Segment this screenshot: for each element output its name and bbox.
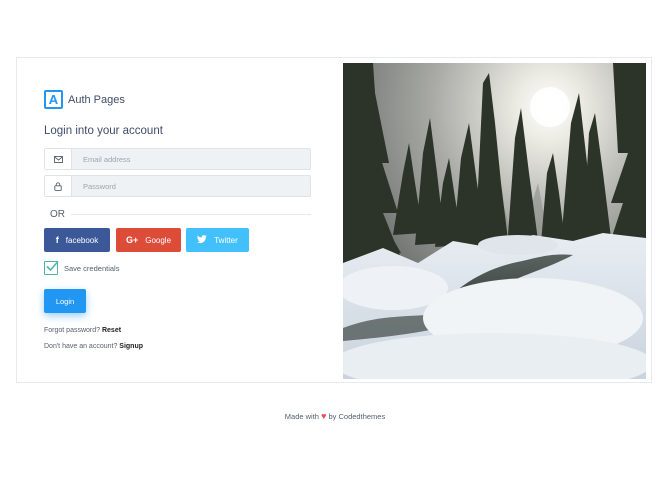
lock-icon <box>45 176 72 196</box>
save-credentials-row[interactable]: Save credentials <box>44 260 120 275</box>
login-button[interactable]: Login <box>44 289 86 313</box>
mail-icon <box>45 149 72 169</box>
footer: Made with ♥ by Codedthemes <box>0 411 670 421</box>
email-field[interactable] <box>44 148 311 170</box>
google-plus-icon: G+ <box>125 235 139 245</box>
email-input[interactable] <box>72 149 310 169</box>
facebook-icon: f <box>55 235 59 245</box>
twitter-icon <box>197 235 207 245</box>
twitter-login-button[interactable]: Twitter <box>186 228 249 252</box>
page-title: Login into your account <box>44 125 163 137</box>
heart-icon: ♥ <box>321 411 327 421</box>
password-input[interactable] <box>72 176 310 196</box>
save-credentials-label: Save credentials <box>64 263 120 273</box>
forgot-password-row: Forgot password? Reset <box>44 327 121 334</box>
footer-by: by Codedthemes <box>328 412 386 421</box>
footer-made-with: Made with <box>284 412 319 421</box>
or-label: OR <box>50 209 65 220</box>
signup-text: Don't have an account? <box>44 343 118 350</box>
login-panel: A Auth Pages Login into your account OR … <box>44 58 311 382</box>
signup-row: Don't have an account? Signup <box>44 343 143 350</box>
brand-logo-icon: A <box>44 90 63 109</box>
reset-link[interactable]: Reset <box>102 327 121 334</box>
brand: A Auth Pages <box>44 90 125 109</box>
facebook-label: facebook <box>65 235 99 245</box>
divider-line <box>71 214 311 215</box>
winter-forest-image <box>343 63 646 379</box>
signup-link[interactable]: Signup <box>119 343 143 350</box>
save-credentials-checkbox[interactable] <box>44 260 59 275</box>
google-login-button[interactable]: G+ Google <box>116 228 181 252</box>
or-divider: OR <box>44 209 311 220</box>
auth-card: A Auth Pages Login into your account OR … <box>16 57 652 383</box>
checkbox-check-icon <box>46 260 59 272</box>
brand-name: Auth Pages <box>68 93 125 106</box>
password-field[interactable] <box>44 175 311 197</box>
twitter-label: Twitter <box>214 235 238 245</box>
facebook-login-button[interactable]: f facebook <box>44 228 110 252</box>
forgot-password-text: Forgot password? <box>44 327 101 334</box>
google-label: Google <box>145 235 172 245</box>
